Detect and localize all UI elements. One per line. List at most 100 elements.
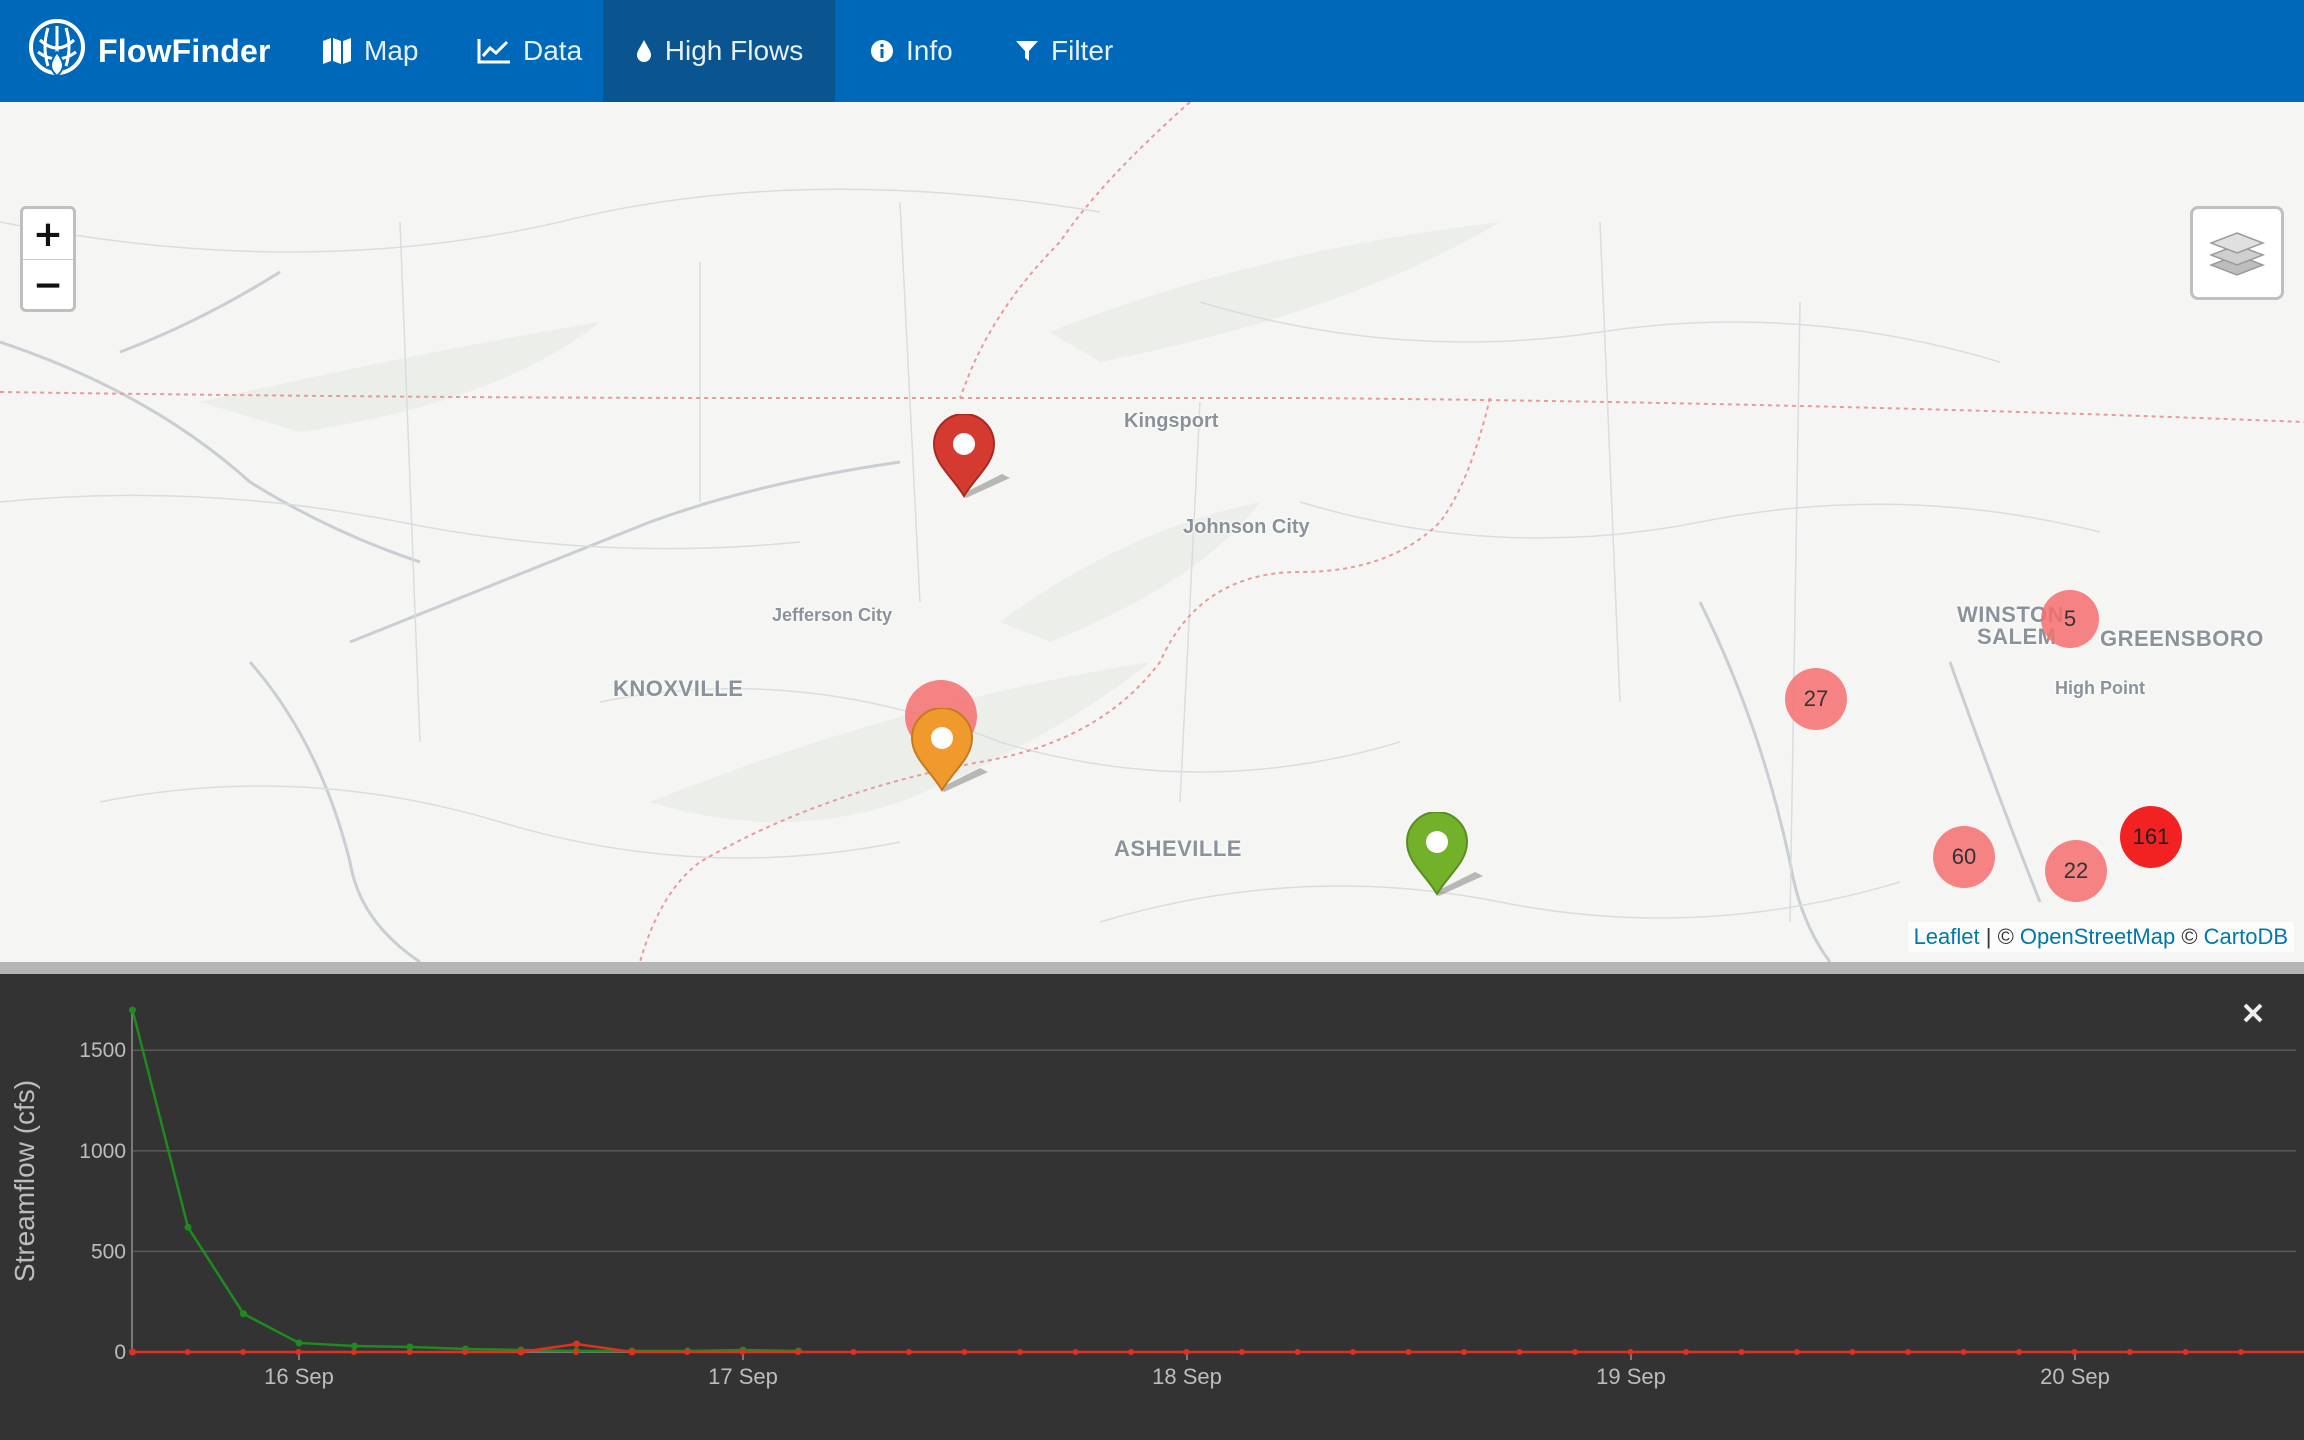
x-tick-label: 16 Sep bbox=[264, 1364, 334, 1389]
y-tick-label: 1000 bbox=[79, 1140, 126, 1163]
x-tick-label: 18 Sep bbox=[1152, 1364, 1222, 1389]
data-point bbox=[1405, 1349, 1412, 1355]
orange-marker[interactable] bbox=[910, 707, 990, 799]
filter-icon bbox=[1015, 39, 1039, 63]
data-point bbox=[1516, 1349, 1523, 1355]
y-axis-label: Streamflow (cfs) bbox=[9, 1080, 40, 1282]
map-icon bbox=[322, 37, 352, 65]
data-point bbox=[906, 1349, 912, 1355]
place-label: Johnson City bbox=[1183, 516, 1310, 538]
data-point bbox=[684, 1349, 690, 1355]
nav-map[interactable]: Map bbox=[322, 0, 418, 102]
data-point bbox=[795, 1349, 801, 1355]
nav-filter[interactable]: Filter bbox=[1015, 0, 1113, 102]
data-point bbox=[1183, 1349, 1190, 1355]
cartodb-link[interactable]: CartoDB bbox=[2204, 924, 2288, 949]
data-point bbox=[961, 1349, 968, 1355]
openstreetmap-link[interactable]: OpenStreetMap bbox=[2020, 924, 2175, 949]
zoom-out-button[interactable]: − bbox=[23, 260, 73, 310]
data-point bbox=[517, 1349, 524, 1355]
data-point bbox=[129, 1006, 136, 1014]
data-point bbox=[1461, 1349, 1467, 1355]
data-point bbox=[184, 1349, 191, 1355]
data-point bbox=[1905, 1349, 1911, 1355]
data-point bbox=[406, 1349, 413, 1355]
data-point bbox=[1350, 1349, 1356, 1355]
map-attribution: Leaflet | © OpenStreetMap © CartoDB bbox=[1907, 922, 2294, 952]
data-point bbox=[1960, 1349, 1967, 1355]
marker-cluster[interactable]: 27 bbox=[1785, 668, 1847, 730]
data-point bbox=[1572, 1349, 1578, 1355]
data-point bbox=[1849, 1349, 1856, 1355]
data-point bbox=[240, 1310, 247, 1318]
marker-cluster[interactable]: 22 bbox=[2045, 840, 2107, 902]
data-point bbox=[573, 1349, 579, 1355]
nav-filter-label: Filter bbox=[1051, 35, 1114, 66]
brand[interactable]: FlowFinder bbox=[28, 18, 271, 85]
data-point bbox=[2238, 1349, 2244, 1355]
y-tick-label: 0 bbox=[114, 1341, 126, 1364]
place-label: ASHEVILLE bbox=[1114, 836, 1242, 861]
zoom-control: + − bbox=[20, 206, 76, 312]
nav-high-flows-label: High Flows bbox=[664, 35, 804, 66]
x-tick-label: 20 Sep bbox=[2040, 1364, 2110, 1389]
streamflow-chart: 0 500 1000 1500 16 Sep 17 Sep 18 Sep 19 Sep 20 S… bbox=[9, 1006, 2304, 1389]
data-point bbox=[184, 1223, 192, 1231]
green-marker[interactable] bbox=[1405, 811, 1485, 903]
data-point bbox=[1128, 1349, 1134, 1355]
data-point bbox=[2127, 1349, 2133, 1355]
data-point bbox=[351, 1349, 357, 1355]
data-point bbox=[1794, 1349, 1800, 1355]
nav-info[interactable]: Info bbox=[870, 0, 953, 102]
data-point bbox=[1239, 1349, 1245, 1355]
data-point bbox=[2182, 1349, 2189, 1355]
data-point bbox=[462, 1349, 468, 1355]
data-point bbox=[739, 1349, 746, 1355]
data-point bbox=[1627, 1349, 1634, 1355]
x-tick-label: 17 Sep bbox=[708, 1364, 778, 1389]
data-point bbox=[129, 1349, 135, 1355]
data-point bbox=[295, 1349, 302, 1355]
place-label: Kingsport bbox=[1124, 410, 1219, 432]
zoom-in-button[interactable]: + bbox=[23, 209, 73, 260]
app-title: FlowFinder bbox=[98, 32, 271, 69]
place-label: High Point bbox=[2055, 678, 2145, 698]
flowfinder-logo-icon bbox=[28, 18, 86, 85]
info-circle-icon bbox=[870, 39, 894, 63]
data-point bbox=[2016, 1349, 2022, 1355]
layers-icon bbox=[2208, 225, 2266, 282]
chart-panel: 0 500 1000 1500 16 Sep 17 Sep 18 Sep 19 Sep 20 S… bbox=[0, 962, 2304, 1440]
data-point bbox=[240, 1349, 246, 1355]
marker-cluster[interactable]: 161 bbox=[2120, 806, 2182, 868]
nav-data-label: Data bbox=[523, 35, 583, 66]
droplet-icon bbox=[635, 39, 653, 63]
data-point bbox=[295, 1339, 303, 1347]
marker-cluster[interactable]: 5 bbox=[2041, 590, 2099, 648]
nav-high-flows[interactable]: High Flows bbox=[603, 0, 835, 102]
nav-data[interactable]: Data bbox=[477, 0, 582, 102]
data-point bbox=[850, 1349, 857, 1355]
place-label: GREENSBORO bbox=[2100, 626, 2264, 651]
y-tick-label: 1500 bbox=[79, 1039, 126, 1062]
leaflet-link[interactable]: Leaflet bbox=[1914, 924, 1980, 949]
data-point bbox=[1294, 1349, 1301, 1355]
data-point bbox=[1017, 1349, 1023, 1355]
data-point bbox=[1738, 1349, 1745, 1355]
data-point bbox=[2071, 1349, 2078, 1355]
data-point bbox=[628, 1349, 635, 1355]
series-line bbox=[131, 1009, 799, 1353]
red-marker[interactable] bbox=[932, 413, 1012, 505]
place-label: Jefferson City bbox=[772, 605, 893, 625]
map[interactable]: Kingsport Johnson City Jefferson City KN… bbox=[0, 102, 2304, 962]
place-label: KNOXVILLE bbox=[613, 676, 744, 701]
attribution-separator: © bbox=[2175, 924, 2204, 949]
line-chart-icon bbox=[477, 38, 511, 64]
layers-button[interactable] bbox=[2190, 206, 2284, 300]
nav-map-label: Map bbox=[364, 35, 419, 66]
marker-cluster[interactable]: 60 bbox=[1933, 826, 1995, 888]
data-point bbox=[573, 1340, 580, 1348]
data-point bbox=[1072, 1349, 1079, 1355]
nav-info-label: Info bbox=[906, 35, 953, 66]
navbar: FlowFinder Map Data High Flows Info Filt… bbox=[0, 0, 2304, 102]
data-point bbox=[351, 1342, 358, 1350]
